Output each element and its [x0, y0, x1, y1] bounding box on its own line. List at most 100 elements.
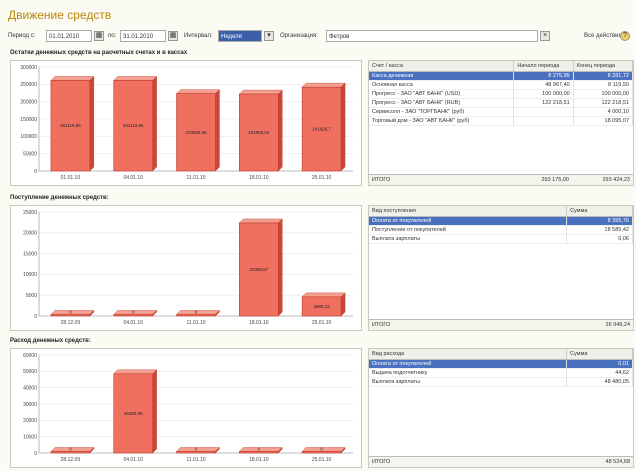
y-tick-label: 5000 — [26, 293, 37, 299]
x-tick-label: 28.12.09 — [61, 320, 81, 326]
bar-side — [340, 292, 346, 317]
row-value-cell — [513, 116, 574, 126]
data-label: 223058,88 — [185, 130, 207, 135]
table-row[interactable]: Торговый дом - ЗАО "АВТ БАНК" (руб) 18 09… — [369, 116, 633, 126]
row-value-cell: 44,62 — [566, 368, 633, 378]
calendar-icon[interactable]: ▦ — [168, 31, 178, 41]
bar-side — [340, 82, 346, 172]
y-tick-label: 100000 — [20, 134, 37, 140]
table-row[interactable]: Касса денежная 8 275,95 8 281,72 — [369, 71, 633, 81]
y-tick-label: 30000 — [23, 402, 37, 408]
row-value-cell: 8 281,72 — [573, 71, 633, 81]
column-header[interactable]: Начало периода — [513, 61, 574, 72]
table-row[interactable]: Прогресс - ЗАО "АВТ БАНК" (RUB) 122 218,5… — [369, 98, 633, 108]
balances-table: Счет / касса Начало периода Конец периода … — [368, 60, 634, 186]
balances-chart-svg: 300000 250000 200000 150000 100000 50000 0 2611… — [20, 65, 353, 181]
y-tick-label: 300000 — [20, 65, 37, 71]
bar-side — [152, 369, 157, 454]
y-tick-label: 0 — [34, 314, 37, 320]
date-from-field[interactable]: 01.01.2010 — [46, 30, 92, 42]
x-tick-label: 11.01.10 — [186, 320, 205, 326]
bar-side — [278, 89, 283, 172]
total-label: ИТОГО — [372, 177, 391, 183]
bar-top — [50, 447, 95, 452]
to-label: по: — [108, 33, 117, 39]
interval-select[interactable]: Неделя — [218, 30, 262, 42]
row-value-cell: 0,06 — [566, 234, 633, 244]
data-label: 221908,04 — [248, 130, 270, 135]
row-name-cell: Оплата от покупателей — [369, 359, 568, 369]
row-value-cell: 48 480,05 — [566, 377, 633, 387]
x-tick-label: 28.12.09 — [61, 457, 81, 463]
bar-side — [152, 75, 157, 172]
table-row[interactable]: Выплата зарплаты 48 480,05 — [369, 377, 633, 387]
data-label: 241926,7 — [312, 127, 331, 132]
bar-side — [215, 89, 220, 172]
row-name-cell: Поступление от покупателей — [369, 225, 568, 235]
table-row[interactable]: Основная касса 48 967,40 8 119,50 — [369, 80, 633, 90]
actions-menu[interactable]: Все действия — [584, 30, 622, 42]
bar-top — [301, 82, 346, 88]
row-name-cell: Прогресс - ЗАО "АВТ БАНК" (USD) — [369, 89, 515, 99]
table-row[interactable]: Оплата от покупателей 0,01 — [369, 359, 633, 369]
table-row[interactable]: Прогресс - ЗАО "АВТ БАНК" (USD) 100 000,0… — [369, 89, 633, 99]
calendar-icon[interactable]: ▦ — [94, 31, 104, 41]
expense-total-row: ИТОГО 48 524,68 — [369, 456, 633, 467]
bar — [176, 314, 216, 317]
row-name-cell: Оплата от покупателей — [369, 216, 568, 226]
column-header[interactable]: Конец периода — [573, 61, 633, 72]
data-label: 261119,86 — [60, 123, 81, 128]
y-tick-label: 60000 — [23, 353, 37, 359]
balances-total-row: ИТОГО 293 175,00 293 424,23 — [369, 174, 633, 185]
income-total-row: ИТОГО 26 949,24 — [369, 319, 633, 330]
bar-top — [50, 76, 95, 81]
table-row[interactable]: Выплата зарплаты 0,06 — [369, 234, 633, 244]
row-value-cell: 18 585,42 — [566, 225, 633, 235]
organization-field[interactable]: Фетров — [326, 30, 538, 42]
x-tick-label: 18.01.10 — [249, 457, 269, 463]
bar — [176, 451, 216, 454]
column-header[interactable]: Счет / касса — [369, 61, 515, 72]
clear-icon[interactable]: × — [540, 31, 550, 41]
table-row[interactable]: Оплата от покупателей 8 355,76 — [369, 216, 633, 226]
y-tick-label: 150000 — [20, 117, 37, 123]
row-value-cell: 8 355,76 — [566, 216, 633, 226]
balances-chart: 300000 250000 200000 150000 100000 50000 0 2611… — [10, 60, 362, 186]
section-title-income: Поступление денежных средств: — [10, 195, 109, 201]
date-to-field[interactable]: 31.01.2010 — [120, 30, 166, 42]
column-header[interactable]: Сумма — [566, 349, 633, 360]
y-tick-label: 50000 — [23, 151, 37, 157]
expense-table: Вид расхода Сумма Оплата от покупателей 0,… — [368, 348, 634, 468]
bar — [301, 451, 342, 454]
dropdown-icon[interactable]: ▾ — [264, 31, 274, 41]
row-value-cell — [513, 107, 574, 117]
column-header[interactable]: Вид поступления — [369, 206, 568, 217]
total-label: ИТОГО — [372, 459, 391, 465]
y-tick-label: 0 — [34, 451, 37, 457]
y-tick-label: 25000 — [23, 210, 37, 216]
y-tick-label: 250000 — [20, 82, 37, 88]
table-row[interactable]: Сервисолл - ЗАО "ТОРГБАНК" (руб) 4 000,10 — [369, 107, 633, 117]
total-value: 26 949,24 — [605, 322, 630, 328]
row-value-cell: 18 095,07 — [573, 116, 633, 126]
column-header[interactable]: Сумма — [566, 206, 633, 217]
data-label: 4590,12 — [313, 304, 330, 309]
income-table: Вид поступления Сумма Оплата от покупател… — [368, 205, 634, 331]
y-tick-label: 40000 — [23, 385, 37, 391]
y-tick-label: 15000 — [23, 251, 37, 257]
help-icon[interactable]: ? — [620, 31, 630, 41]
bar-top — [238, 218, 283, 224]
data-label: 261119,86 — [123, 123, 144, 128]
table-row[interactable]: Выдача подотчетнику 44,62 — [369, 368, 633, 378]
total-start-value: 293 175,00 — [541, 177, 569, 183]
y-tick-label: 50000 — [23, 369, 37, 375]
bar-top — [301, 447, 346, 452]
row-name-cell: Основная касса — [369, 80, 515, 90]
column-header[interactable]: Вид расхода — [369, 349, 568, 360]
income-chart: 25000 20000 15000 10000 5000 0 0 28.12.09 0 04.01… — [10, 205, 362, 331]
table-row[interactable]: Поступление от покупателей 18 585,42 — [369, 225, 633, 235]
x-tick-label: 04.01.10 — [123, 457, 143, 463]
row-name-cell: Прогресс - ЗАО "АВТ БАНК" (RUB) — [369, 98, 515, 108]
bar-top — [113, 369, 158, 375]
section-title-expense: Расход денежных средств: — [10, 338, 91, 344]
